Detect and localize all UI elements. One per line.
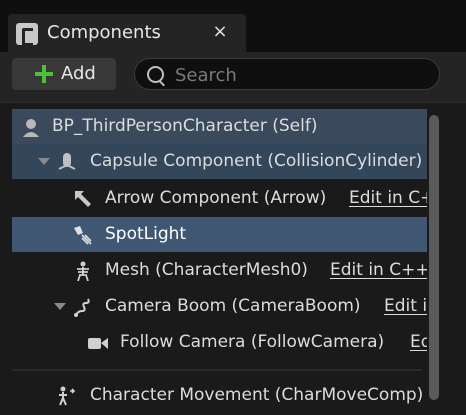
close-icon[interactable]: × xyxy=(210,20,230,44)
capsule-component-icon xyxy=(58,153,76,170)
edit-in-cpp-link[interactable]: Edit in C++ xyxy=(330,260,427,280)
camera-icon xyxy=(88,338,108,349)
tree-row-label: Mesh (CharacterMesh0) xyxy=(105,260,308,280)
tree-row-spotlight[interactable]: SpotLight xyxy=(12,217,427,252)
tree-row-arrow[interactable]: Arrow Component (Arrow) Edit in C++ xyxy=(12,181,427,216)
toolbar: Add xyxy=(0,52,466,102)
tree-row-capsule[interactable]: Capsule Component (CollisionCylinder) xyxy=(12,144,427,179)
edit-in-cpp-link[interactable]: Edit in C++ xyxy=(349,188,427,208)
components-panel: Components × Add BP_ThirdPersonCharacter… xyxy=(0,0,466,415)
tree-row-follow-camera[interactable]: Follow Camera (FollowCamera) Edit in C++ xyxy=(12,325,427,360)
tab-components[interactable]: Components × xyxy=(8,14,246,52)
tab-strip: Components × xyxy=(0,0,466,52)
add-component-button[interactable]: Add xyxy=(12,58,116,90)
search-icon xyxy=(147,66,164,83)
spotlight-icon xyxy=(74,226,92,245)
edit-in-cpp-link[interactable]: Edit in C++ xyxy=(410,332,427,352)
search-box[interactable] xyxy=(134,58,440,90)
search-input[interactable] xyxy=(173,61,427,89)
tree-row-label: BP_ThirdPersonCharacter (Self) xyxy=(52,116,318,136)
tree-row-label: Character Movement (CharMoveComp) xyxy=(90,385,424,405)
tree-row-label: SpotLight xyxy=(105,224,187,244)
blueprint-class-icon xyxy=(16,23,38,46)
tree-divider xyxy=(12,369,422,371)
tree-row-root[interactable]: BP_ThirdPersonCharacter (Self) xyxy=(12,109,427,144)
spring-arm-icon xyxy=(74,298,90,317)
skeletal-mesh-icon xyxy=(77,261,89,281)
plus-icon xyxy=(33,63,55,85)
tree-row-mesh[interactable]: Mesh (CharacterMesh0) Edit in C++ xyxy=(12,253,427,288)
tree-row-label: Follow Camera (FollowCamera) xyxy=(120,332,385,352)
scrollbar[interactable] xyxy=(429,115,439,400)
character-icon xyxy=(23,119,39,137)
tree-row-label: Capsule Component (CollisionCylinder) xyxy=(90,151,423,171)
tree-row-character-movement[interactable]: Character Movement (CharMoveComp) xyxy=(12,378,427,413)
tree-row-camera-boom[interactable]: Camera Boom (CameraBoom) Edit in C++ xyxy=(12,289,427,324)
tree-row-label: Arrow Component (Arrow) xyxy=(105,188,327,208)
character-movement-icon xyxy=(59,386,76,406)
tree-row-label: Camera Boom (CameraBoom) xyxy=(105,296,361,316)
add-button-label: Add xyxy=(61,63,96,84)
expand-arrow-icon[interactable] xyxy=(38,158,50,165)
tab-title: Components xyxy=(47,22,161,43)
expand-arrow-icon[interactable] xyxy=(54,303,66,310)
arrow-component-icon xyxy=(75,191,91,207)
edit-in-cpp-link[interactable]: Edit in C++ xyxy=(384,296,427,316)
component-tree: BP_ThirdPersonCharacter (Self) Capsule C… xyxy=(0,102,466,415)
